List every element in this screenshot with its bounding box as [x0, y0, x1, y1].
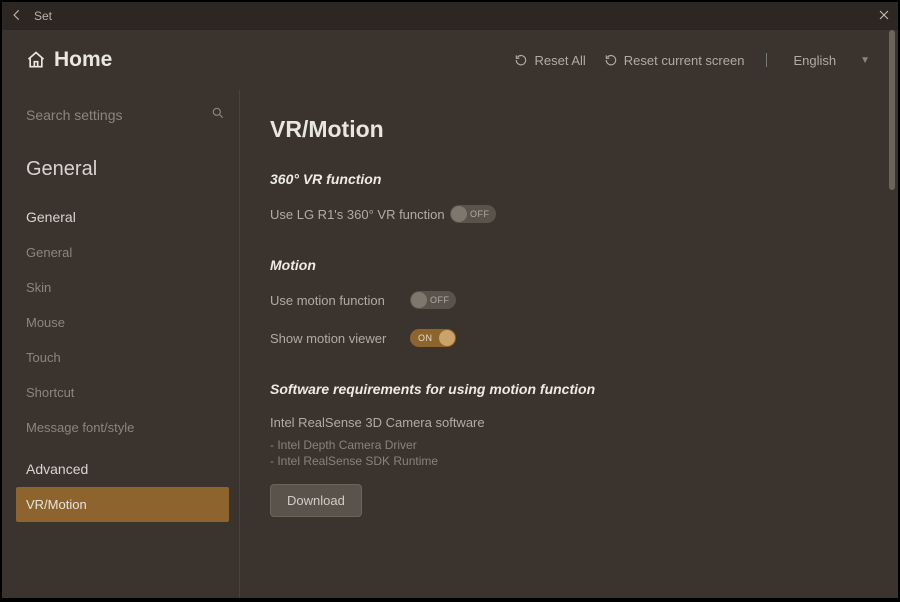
sidebar-item-message-font[interactable]: Message font/style: [16, 410, 229, 445]
row-vr-function: Use LG R1's 360° VR function OFF: [270, 205, 868, 223]
section-head-general: General: [26, 158, 225, 181]
sidebar-item-shortcut[interactable]: Shortcut: [16, 375, 229, 410]
sidebar-item-touch[interactable]: Touch: [16, 340, 229, 375]
content: VR/Motion 360° VR function Use LG R1's 3…: [240, 90, 898, 598]
sidebar-item-general[interactable]: General: [16, 235, 229, 270]
close-icon[interactable]: [878, 8, 890, 24]
motion-show-toggle[interactable]: ON: [410, 329, 456, 347]
language-label: English: [793, 53, 836, 68]
chevron-down-icon: ▼: [860, 55, 870, 66]
page-title: VR/Motion: [270, 116, 868, 143]
sidebar-item-skin[interactable]: Skin: [16, 270, 229, 305]
download-button[interactable]: Download: [270, 484, 362, 517]
back-icon[interactable]: [10, 8, 24, 25]
motion-use-toggle[interactable]: OFF: [410, 291, 456, 309]
settings-window: Set Home Reset All Reset current screen …: [2, 2, 898, 598]
group-head-advanced: Advanced: [26, 461, 225, 477]
toggle-state: OFF: [470, 209, 490, 219]
scrollbar[interactable]: [889, 30, 895, 595]
motion-show-label: Show motion viewer: [270, 331, 410, 346]
search-icon[interactable]: [211, 106, 225, 125]
sidebar: General General General Skin Mouse Touch…: [2, 90, 240, 598]
vr-function-label: Use LG R1's 360° VR function: [270, 207, 450, 222]
req-sub1: - Intel Depth Camera Driver: [270, 438, 868, 452]
toggle-knob: [439, 330, 455, 346]
toggle-state: OFF: [430, 295, 450, 305]
toggle-knob: [451, 206, 467, 222]
body: General General General Skin Mouse Touch…: [2, 90, 898, 598]
scrollbar-thumb[interactable]: [889, 30, 895, 190]
reset-screen-label: Reset current screen: [624, 53, 745, 68]
search-row: [26, 98, 225, 132]
vr-function-toggle[interactable]: OFF: [450, 205, 496, 223]
home-button[interactable]: Home: [26, 48, 112, 72]
section-motion-heading: Motion: [270, 257, 868, 273]
toggle-state: ON: [418, 333, 433, 343]
row-motion-show: Show motion viewer ON: [270, 329, 868, 347]
search-input[interactable]: [26, 107, 211, 123]
reset-all-button[interactable]: Reset All: [514, 53, 585, 68]
group-head-general: General: [26, 209, 225, 225]
reset-all-label: Reset All: [534, 53, 585, 68]
sidebar-item-mouse[interactable]: Mouse: [16, 305, 229, 340]
section-req-heading: Software requirements for using motion f…: [270, 381, 868, 397]
sidebar-item-vr-motion[interactable]: VR/Motion: [16, 487, 229, 522]
req-main: Intel RealSense 3D Camera software: [270, 415, 868, 430]
section-vr-heading: 360° VR function: [270, 171, 868, 187]
reset-screen-button[interactable]: Reset current screen: [604, 53, 745, 68]
toggle-knob: [411, 292, 427, 308]
req-sub2: - Intel RealSense SDK Runtime: [270, 454, 868, 468]
titlebar: Set: [2, 2, 898, 30]
home-label: Home: [54, 48, 112, 72]
window-title: Set: [34, 9, 52, 23]
separator: [766, 53, 767, 67]
topbar: Home Reset All Reset current screen Engl…: [2, 30, 898, 90]
row-motion-use: Use motion function OFF: [270, 291, 868, 309]
motion-use-label: Use motion function: [270, 293, 410, 308]
language-select[interactable]: English ▼: [793, 53, 870, 68]
